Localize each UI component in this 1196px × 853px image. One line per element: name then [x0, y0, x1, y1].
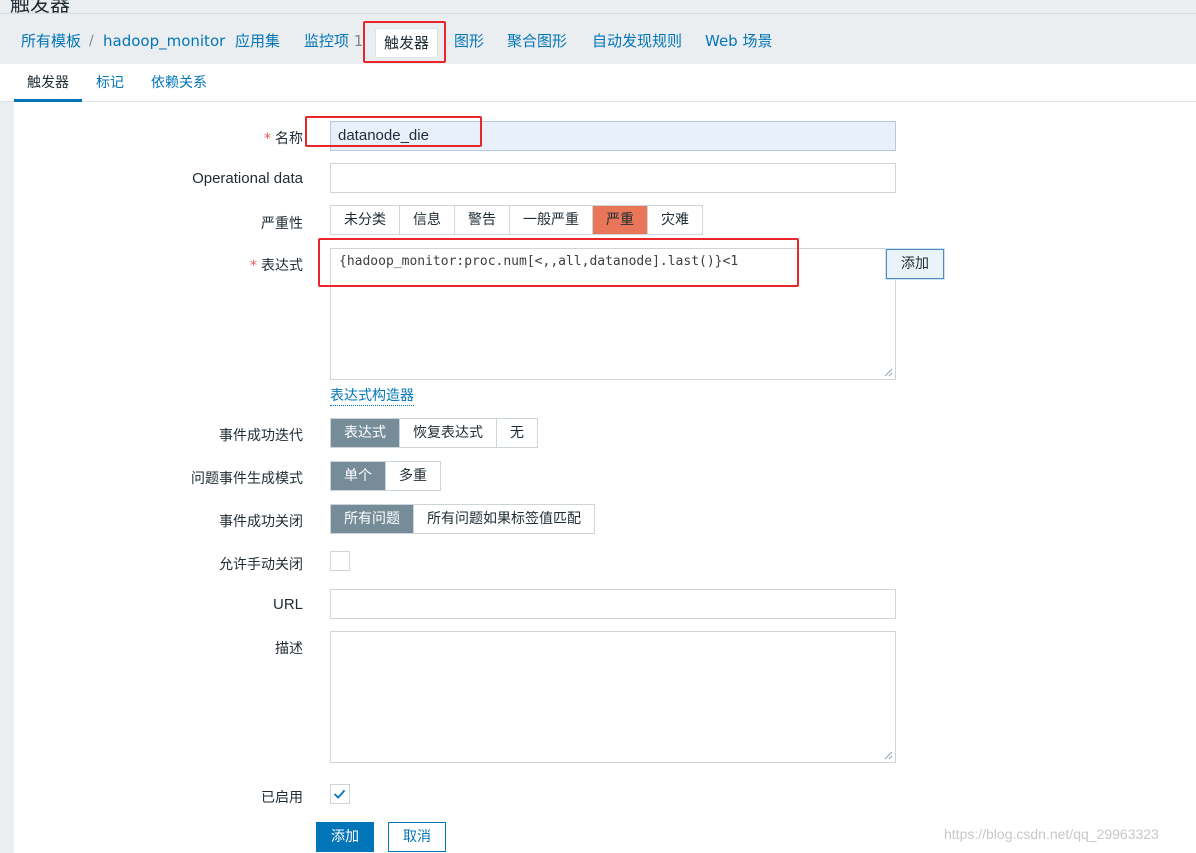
nav-web-scenarios[interactable]: Web 场景	[705, 14, 772, 64]
nav-screens[interactable]: 聚合图形	[507, 14, 567, 64]
ok-close-all-problems[interactable]: 所有问题	[331, 505, 414, 533]
resize-grip-icon[interactable]	[884, 368, 893, 377]
form-tabs: 触发器 标记 依赖关系	[0, 64, 1196, 102]
tab-dependencies[interactable]: 依赖关系	[151, 64, 207, 102]
severity-average[interactable]: 一般严重	[510, 206, 593, 234]
resize-grip-icon[interactable]	[884, 751, 893, 760]
template-nav: 所有模板 / hadoop_monitor 应用集 监控项 1 触发器 图形 聚…	[0, 14, 1196, 64]
url-field[interactable]	[330, 589, 896, 619]
page-title-strip: 触发器	[0, 0, 1196, 14]
nav-graphs[interactable]: 图形	[454, 14, 484, 64]
problem-mode-selector: 单个 多重	[330, 461, 441, 491]
severity-disaster[interactable]: 灾难	[648, 206, 702, 234]
manual-close-checkbox[interactable]	[330, 551, 350, 571]
ok-close-tag-match[interactable]: 所有问题如果标签值匹配	[414, 505, 594, 533]
problem-mode-single[interactable]: 单个	[331, 462, 386, 490]
expression-add-button[interactable]: 添加	[886, 249, 944, 279]
expression-constructor-link[interactable]: 表达式构造器	[330, 387, 414, 406]
description-textarea[interactable]	[330, 631, 896, 763]
ok-event-recovery-expression[interactable]: 恢复表达式	[400, 419, 497, 447]
severity-information[interactable]: 信息	[400, 206, 455, 234]
nav-triggers[interactable]: 触发器	[375, 28, 439, 58]
enabled-checkbox[interactable]	[330, 784, 350, 804]
nav-items-count: 1	[353, 32, 364, 50]
url-label: URL	[272, 596, 303, 613]
expression-label-text: 表达式	[261, 258, 303, 274]
required-mark: *	[264, 131, 271, 147]
enabled-label: 已启用	[261, 790, 303, 806]
submit-button[interactable]: 添加	[316, 822, 374, 852]
nav-applications[interactable]: 应用集	[235, 14, 280, 64]
ok-event-none[interactable]: 无	[497, 419, 537, 447]
ok-close-label: 事件成功关闭	[219, 514, 303, 530]
manual-close-label: 允许手动关闭	[219, 557, 303, 573]
watermark: https://blog.csdn.net/qq_29963323	[944, 826, 1159, 842]
breadcrumb-all-templates[interactable]: 所有模板	[21, 14, 81, 64]
name-label-text: 名称	[275, 131, 303, 147]
tab-tags[interactable]: 标记	[96, 64, 124, 102]
breadcrumb-separator: /	[89, 33, 94, 49]
severity-warning[interactable]: 警告	[455, 206, 510, 234]
opdata-field[interactable]	[330, 163, 896, 193]
severity-label: 严重性	[261, 216, 303, 232]
problem-mode-label: 问题事件生成模式	[191, 471, 303, 487]
expression-text: {hadoop_monitor:proc.num[<,,all,datanode…	[339, 254, 739, 269]
name-field[interactable]: datanode_die	[330, 121, 896, 151]
description-label: 描述	[275, 641, 303, 657]
required-mark: *	[250, 258, 257, 274]
problem-mode-multiple[interactable]: 多重	[386, 462, 440, 490]
tab-trigger[interactable]: 触发器	[14, 64, 82, 102]
ok-event-expression[interactable]: 表达式	[331, 419, 400, 447]
severity-not-classified[interactable]: 未分类	[331, 206, 400, 234]
form-panel: * 名称 datanode_die Operational data 严重性 未分…	[14, 102, 1196, 853]
expression-textarea[interactable]: {hadoop_monitor:proc.num[<,,all,datanode…	[330, 248, 896, 380]
cancel-button[interactable]: 取消	[388, 822, 446, 852]
nav-items[interactable]: 监控项 1	[304, 14, 363, 64]
ok-event-label: 事件成功迭代	[219, 428, 303, 444]
severity-high[interactable]: 严重	[593, 206, 648, 234]
severity-selector: 未分类 信息 警告 一般严重 严重 灾难	[330, 205, 703, 235]
page-title: 触发器	[10, 0, 70, 14]
breadcrumb-template[interactable]: hadoop_monitor	[103, 14, 225, 64]
nav-discovery-rules[interactable]: 自动发现规则	[592, 14, 682, 64]
ok-event-selector: 表达式 恢复表达式 无	[330, 418, 538, 448]
ok-close-selector: 所有问题 所有问题如果标签值匹配	[330, 504, 595, 534]
expression-label: * 表达式	[250, 255, 303, 275]
nav-items-label: 监控项	[304, 32, 350, 50]
name-label: * 名称	[264, 128, 303, 148]
opdata-label: Operational data	[192, 170, 303, 187]
checkmark-icon	[333, 789, 346, 799]
